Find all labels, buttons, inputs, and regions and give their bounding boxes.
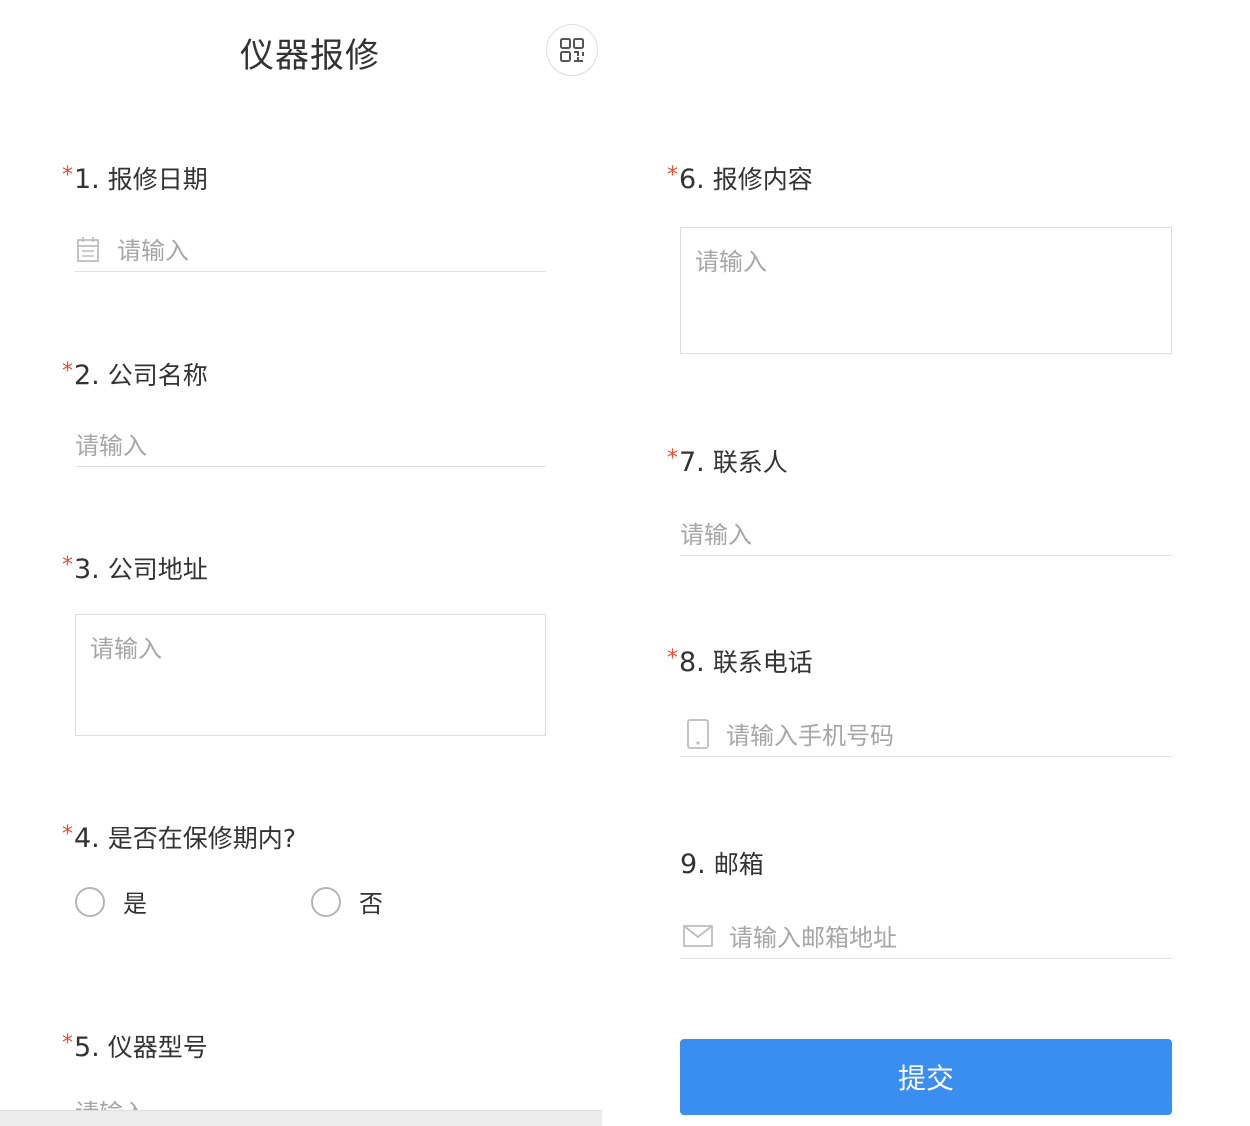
placeholder-text: 请输入邮箱地址	[729, 924, 897, 952]
qrcode-button[interactable]	[546, 24, 598, 76]
mail-icon	[683, 924, 713, 947]
contact-phone-input[interactable]: 请输入手机号码	[680, 711, 1172, 757]
repair-date-input[interactable]: 请输入	[75, 226, 546, 272]
placeholder-text: 请输入	[75, 432, 147, 460]
warranty-radio-no[interactable]: 否	[311, 884, 383, 919]
company-address-textarea[interactable]: 请输入	[75, 614, 546, 736]
submit-button[interactable]: 提交	[680, 1039, 1172, 1115]
required-mark: *	[667, 446, 678, 471]
required-mark: *	[62, 553, 73, 578]
company-name-input[interactable]: 请输入	[75, 421, 546, 467]
radio-circle-icon	[311, 886, 341, 917]
required-mark: *	[62, 1031, 73, 1056]
placeholder-text: 请输入	[680, 521, 752, 549]
contact-person-input[interactable]: 请输入	[680, 510, 1172, 556]
question-4-label: *4. 是否在保修期内?	[62, 822, 296, 854]
radio-label: 否	[359, 890, 383, 918]
qrcode-icon	[559, 37, 585, 63]
radio-label: 是	[123, 890, 147, 918]
submit-label: 提交	[897, 1062, 954, 1095]
warranty-radio-yes[interactable]: 是	[75, 884, 147, 919]
placeholder-text: 请输入	[695, 248, 767, 276]
question-9-label: 9. 邮箱	[680, 849, 764, 880]
question-2-label: *2. 公司名称	[62, 359, 208, 391]
required-mark: *	[62, 163, 73, 188]
question-1-label: *1. 报修日期	[62, 163, 208, 195]
required-mark: *	[667, 646, 678, 671]
placeholder-text: 请输入	[90, 635, 162, 663]
placeholder-text: 请输入	[75, 1099, 147, 1110]
placeholder-text: 请输入手机号码	[726, 722, 894, 750]
question-5-label: *5. 仪器型号	[62, 1031, 208, 1063]
bottom-scrollbar[interactable]	[0, 1110, 602, 1126]
question-3-label: *3. 公司地址	[62, 553, 208, 585]
calendar-icon	[75, 235, 101, 263]
mobile-phone-icon	[686, 718, 710, 749]
question-8-label: *8. 联系电话	[667, 646, 813, 678]
email-input[interactable]: 请输入邮箱地址	[680, 913, 1172, 959]
required-mark: *	[62, 359, 73, 384]
instrument-model-input[interactable]: 请输入	[75, 1098, 147, 1110]
question-6-label: *6. 报修内容	[667, 163, 813, 195]
radio-circle-icon	[75, 886, 105, 917]
question-7-label: *7. 联系人	[667, 446, 788, 478]
repair-content-textarea[interactable]: 请输入	[680, 227, 1172, 354]
page-title: 仪器报修	[240, 36, 380, 76]
required-mark: *	[62, 822, 73, 847]
placeholder-text: 请输入	[117, 237, 189, 265]
required-mark: *	[667, 163, 678, 188]
